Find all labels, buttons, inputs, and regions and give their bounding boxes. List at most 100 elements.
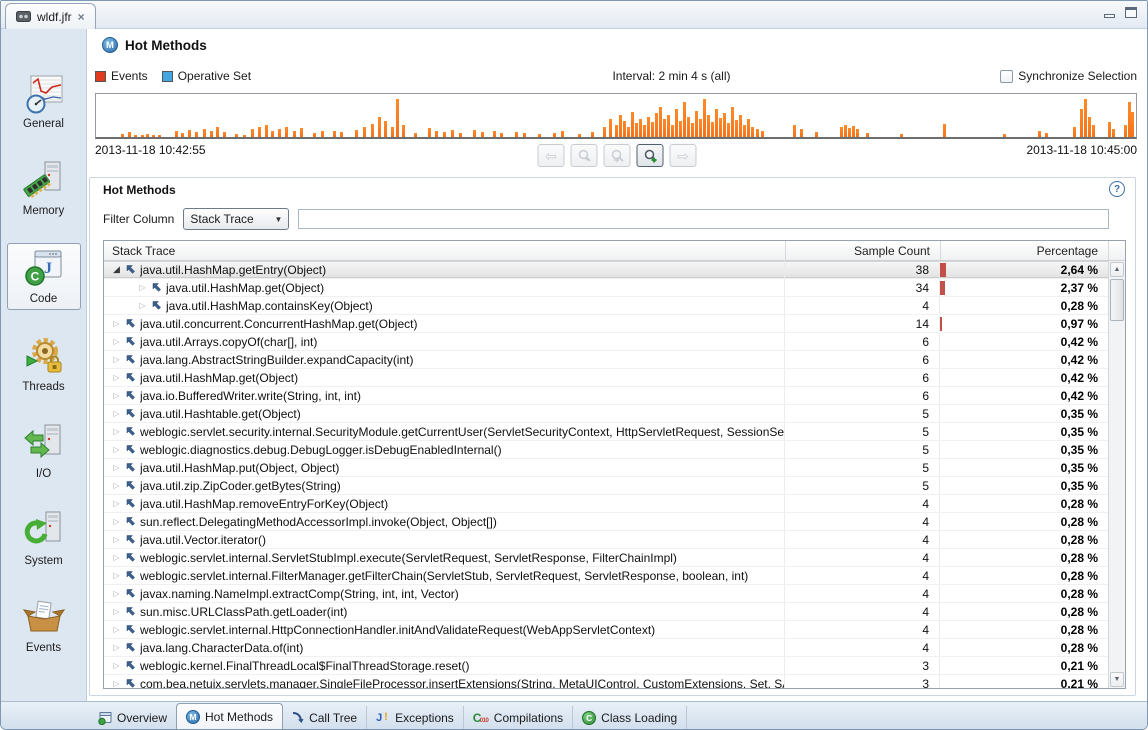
interval-label: Interval: 2 min 4 s (all) (612, 69, 730, 83)
table-row[interactable]: ▷ sun.reflect.DelegatingMethodAccessorIm… (104, 513, 1108, 531)
expand-icon[interactable]: ▷ (110, 319, 123, 328)
table-row[interactable]: ▷ weblogic.servlet.security.internal.Sec… (104, 423, 1108, 441)
expand-icon[interactable]: ▷ (110, 625, 123, 634)
expand-icon[interactable]: ▷ (110, 661, 123, 670)
filter-text-input[interactable] (298, 209, 1109, 229)
column-header-percentage[interactable]: Percentage (940, 241, 1108, 260)
table-row[interactable]: ▷ sun.misc.URLClassPath.getLoader(int) 4… (104, 603, 1108, 621)
sample-count: 6 (785, 387, 940, 404)
move-forward-button[interactable]: ⇨ (670, 144, 697, 167)
expand-icon[interactable]: ▷ (110, 607, 123, 616)
synchronize-selection-label: Synchronize Selection (1018, 69, 1137, 83)
hot-methods-table: Stack Trace Sample Count Percentage ◢ ja… (103, 240, 1126, 689)
table-row[interactable]: ▷ java.util.Hashtable.get(Object) 5 0,35… (104, 405, 1108, 423)
table-row[interactable]: ◢ java.util.HashMap.getEntry(Object) 38 … (104, 261, 1108, 279)
method-icon (125, 642, 136, 653)
table-row[interactable]: ▷ weblogic.diagnostics.debug.DebugLogger… (104, 441, 1108, 459)
sidebar-item-threads[interactable]: Threads (7, 332, 81, 397)
tab-class-loading[interactable]: C Class Loading (573, 706, 687, 729)
stack-trace-cell: ▷ java.util.HashMap.get(Object) (104, 369, 785, 386)
table-row[interactable]: ▷ java.util.HashMap.get(Object) 34 2,37 … (104, 279, 1108, 297)
table-row[interactable]: ▷ java.util.HashMap.containsKey(Object) … (104, 297, 1108, 315)
tab-compilations[interactable]: C010 Compilations (464, 706, 573, 729)
timeline-chart[interactable] (95, 93, 1137, 139)
zoom-to-selection-button[interactable] (604, 144, 631, 167)
maximize-icon[interactable] (1125, 7, 1137, 18)
table-row[interactable]: ▷ weblogic.kernel.FinalThreadLocal$Final… (104, 657, 1108, 675)
sidebar-item-code[interactable]: J C Code (7, 243, 81, 310)
tab-overview[interactable]: Overview (89, 706, 177, 729)
tab-hot-methods[interactable]: M Hot Methods (176, 703, 283, 729)
sidebar-item-system[interactable]: System (7, 506, 81, 571)
sidebar-item-io[interactable]: I/O (7, 419, 81, 484)
tab-exceptions[interactable]: J! Exceptions (367, 706, 464, 729)
sidebar-item-general[interactable]: General (7, 69, 81, 134)
table-row[interactable]: ▷ com.bea.netuix.servlets.manager.Single… (104, 675, 1108, 688)
expand-icon[interactable]: ▷ (110, 463, 123, 472)
zoom-in-button[interactable] (637, 144, 664, 167)
table-row[interactable]: ▷ java.util.HashMap.get(Object) 6 0,42 % (104, 369, 1108, 387)
table-row[interactable]: ▷ java.util.HashMap.put(Object, Object) … (104, 459, 1108, 477)
sidebar-item-memory[interactable]: Memory (7, 156, 81, 221)
scrollbar-thumb[interactable] (1110, 279, 1124, 321)
table-row[interactable]: ▷ java.lang.AbstractStringBuilder.expand… (104, 351, 1108, 369)
percentage-cell: 0,42 % (940, 369, 1108, 386)
expand-icon[interactable]: ▷ (110, 445, 123, 454)
editor-tab-wldf[interactable]: wldf.jfr × (5, 3, 96, 29)
table-row[interactable]: ▷ javax.naming.NameImpl.extractComp(Stri… (104, 585, 1108, 603)
percentage-cell: 0,28 % (940, 297, 1108, 314)
table-row[interactable]: ▷ java.io.BufferedWriter.write(String, i… (104, 387, 1108, 405)
expand-icon[interactable]: ▷ (136, 301, 149, 310)
expand-icon[interactable]: ▷ (110, 499, 123, 508)
filter-column-dropdown[interactable]: Stack Trace ▼ (183, 208, 289, 230)
main-area: General Memory (1, 29, 1147, 701)
table-row[interactable]: ▷ java.util.HashMap.removeEntryForKey(Ob… (104, 495, 1108, 513)
method-name: weblogic.kernel.FinalThreadLocal$FinalTh… (140, 659, 470, 673)
close-tab-icon[interactable]: × (78, 11, 85, 23)
help-icon[interactable]: ? (1109, 181, 1125, 197)
expand-icon[interactable]: ▷ (110, 355, 123, 364)
table-row[interactable]: ▷ java.util.zip.ZipCoder.getBytes(String… (104, 477, 1108, 495)
column-header-sample-count[interactable]: Sample Count (785, 241, 940, 260)
percentage-value: 0,28 % (1061, 587, 1098, 601)
percentage-cell: 2,64 % (940, 261, 1108, 278)
expand-icon[interactable]: ▷ (110, 553, 123, 562)
expand-icon[interactable]: ▷ (110, 643, 123, 652)
method-icon (125, 444, 136, 455)
expand-icon[interactable]: ▷ (110, 337, 123, 346)
zoom-out-button[interactable] (571, 144, 598, 167)
table-row[interactable]: ▷ java.util.Arrays.copyOf(char[], int) 6… (104, 333, 1108, 351)
expand-icon[interactable]: ▷ (110, 589, 123, 598)
table-row[interactable]: ▷ weblogic.servlet.internal.FilterManage… (104, 567, 1108, 585)
sidebar-item-events[interactable]: Events (7, 593, 81, 658)
percentage-bar (940, 317, 942, 331)
table-row[interactable]: ▷ weblogic.servlet.internal.HttpConnecti… (104, 621, 1108, 639)
expand-icon[interactable]: ▷ (110, 409, 123, 418)
method-name: java.util.HashMap.get(Object) (166, 281, 324, 295)
sample-count: 34 (785, 279, 940, 296)
table-row[interactable]: ▷ java.lang.CharacterData.of(int) 4 0,28… (104, 639, 1108, 657)
expand-icon[interactable]: ▷ (110, 481, 123, 490)
expand-icon[interactable]: ▷ (110, 571, 123, 580)
table-row[interactable]: ▷ weblogic.servlet.internal.ServletStubI… (104, 549, 1108, 567)
expand-icon[interactable]: ▷ (110, 679, 123, 688)
column-header-stack-trace[interactable]: Stack Trace (104, 241, 785, 260)
expand-icon[interactable]: ▷ (110, 535, 123, 544)
tab-call-tree[interactable]: Call Tree (282, 706, 367, 729)
stack-trace-cell: ▷ sun.reflect.DelegatingMethodAccessorIm… (104, 513, 785, 530)
table-row[interactable]: ▷ java.util.Vector.iterator() 4 0,28 % (104, 531, 1108, 549)
expand-icon[interactable]: ▷ (110, 427, 123, 436)
vertical-scrollbar[interactable]: ▲ ▼ (1108, 261, 1125, 688)
synchronize-selection-checkbox[interactable] (1000, 70, 1013, 83)
expand-icon[interactable]: ▷ (136, 283, 149, 292)
expand-icon[interactable]: ▷ (110, 373, 123, 382)
minimize-icon[interactable] (1104, 14, 1115, 18)
move-back-button[interactable]: ⇦ (538, 144, 565, 167)
expand-icon[interactable]: ▷ (110, 517, 123, 526)
scroll-down-icon[interactable]: ▼ (1110, 672, 1124, 687)
scroll-up-icon[interactable]: ▲ (1110, 262, 1124, 277)
expand-icon[interactable]: ▷ (110, 391, 123, 400)
table-row[interactable]: ▷ java.util.concurrent.ConcurrentHashMap… (104, 315, 1108, 333)
expand-icon[interactable]: ◢ (110, 264, 123, 275)
percentage-cell: 0,35 % (940, 441, 1108, 458)
